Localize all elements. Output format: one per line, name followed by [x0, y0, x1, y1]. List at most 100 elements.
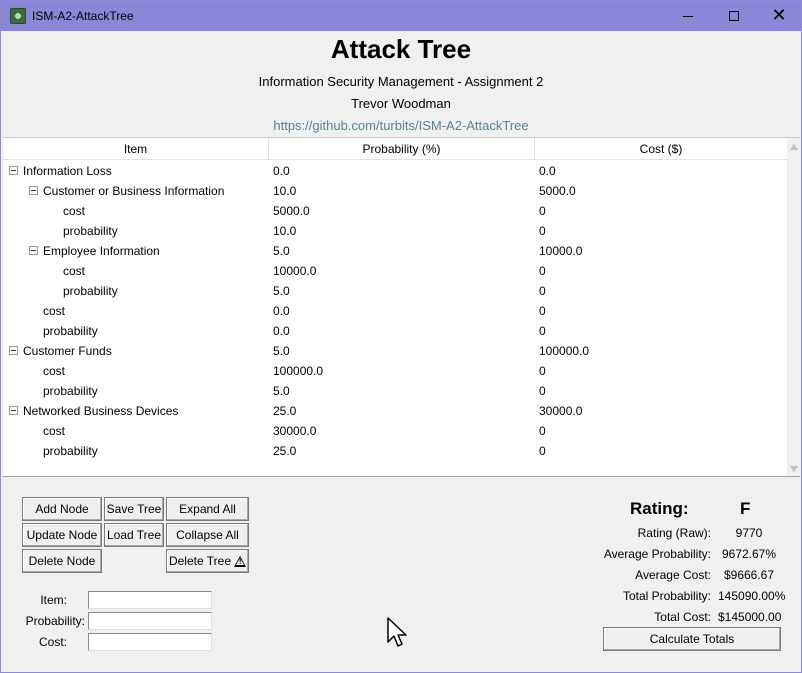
row-cost: 0: [539, 264, 546, 278]
load-tree-button[interactable]: Load Tree: [104, 523, 164, 547]
stat-label: Total Probability:: [622, 589, 711, 603]
probability-label: Probability:: [25, 614, 85, 628]
row-item: Customer or Business Information: [43, 184, 225, 198]
window-title: ISM-A2-AttackTree: [32, 9, 134, 23]
row-cost: 10000.0: [539, 244, 583, 258]
tree-row[interactable]: cost 100000.0 0: [3, 361, 787, 381]
tree-row[interactable]: Employee Information 5.0 10000.0: [3, 241, 787, 261]
row-probability: 5.0: [273, 244, 290, 258]
row-cost: 0: [539, 424, 546, 438]
row-probability: 5000.0: [273, 204, 310, 218]
row-item: probability: [43, 324, 98, 338]
row-item: probability: [43, 384, 98, 398]
mouse-cursor-icon: [387, 617, 407, 647]
row-probability: 100000.0: [273, 364, 324, 378]
tree-row[interactable]: Networked Business Devices 25.0 30000.0: [3, 401, 787, 421]
column-header-cost[interactable]: Cost ($): [535, 138, 787, 160]
collapse-all-button[interactable]: Collapse All: [166, 523, 249, 547]
row-probability: 0.0: [273, 164, 290, 178]
expand-all-button[interactable]: Expand All: [166, 497, 249, 521]
update-node-button[interactable]: Update Node: [22, 523, 102, 547]
row-cost: 0: [539, 444, 546, 458]
tree-row[interactable]: cost 0.0 0: [3, 301, 787, 321]
row-cost: 30000.0: [539, 404, 583, 418]
tree-header: Item Probability (%) Cost ($): [3, 138, 787, 160]
row-cost: 0: [539, 384, 546, 398]
row-probability: 5.0: [273, 384, 290, 398]
row-item: cost: [63, 204, 86, 218]
tree-row[interactable]: probability 25.0 0: [3, 441, 787, 461]
delete-tree-button[interactable]: Delete Tree !: [166, 549, 249, 573]
row-cost: 0: [539, 204, 546, 218]
minimize-icon: [683, 15, 693, 17]
tree-row[interactable]: Information Loss 0.0 0.0: [3, 161, 787, 181]
row-item: Networked Business Devices: [23, 404, 179, 418]
author-name: Trevor Woodman: [351, 96, 451, 111]
row-item: probability: [63, 224, 118, 238]
minimize-button[interactable]: [665, 1, 711, 31]
row-item: cost: [63, 264, 86, 278]
stat-label: Average Cost:: [635, 568, 711, 582]
row-item: cost: [43, 364, 66, 378]
delete-node-button[interactable]: Delete Node: [22, 549, 102, 573]
row-cost: 0: [539, 224, 546, 238]
stat-value: $145000.00: [718, 610, 782, 624]
tree-row[interactable]: cost 30000.0 0: [3, 421, 787, 441]
row-probability: 25.0: [273, 444, 297, 458]
stat-value: $9666.67: [723, 568, 775, 582]
column-header-probability[interactable]: Probability (%): [269, 138, 535, 160]
repo-link[interactable]: https://github.com/turbits/ISM-A2-Attack…: [1, 118, 801, 133]
item-label: Item:: [40, 593, 67, 607]
row-probability: 25.0: [273, 404, 297, 418]
calculate-totals-button[interactable]: Calculate Totals: [603, 627, 781, 651]
row-probability: 10000.0: [273, 264, 317, 278]
item-input[interactable]: [88, 591, 212, 609]
collapse-toggle-icon[interactable]: [9, 406, 18, 415]
tree-row[interactable]: cost 5000.0 0: [3, 201, 787, 221]
tree-row[interactable]: Customer or Business Information 10.0 5000…: [3, 181, 787, 201]
collapse-toggle-icon[interactable]: [9, 346, 18, 355]
stat-value: 145090.00%: [718, 589, 786, 603]
row-probability: 0.0: [273, 324, 290, 338]
title-bar[interactable]: ISM-A2-AttackTree ✕: [1, 1, 801, 31]
tree-row[interactable]: cost 10000.0 0: [3, 261, 787, 281]
rating-label: Rating:: [630, 499, 689, 518]
attack-tree-view[interactable]: Item Probability (%) Cost ($) Informatio…: [3, 137, 800, 477]
close-button[interactable]: ✕: [756, 1, 802, 31]
tree-row[interactable]: probability 5.0 0: [3, 281, 787, 301]
page-subtitle: Information Security Management - Assign…: [258, 74, 544, 89]
cost-input[interactable]: [88, 633, 212, 651]
app-window: ISM-A2-AttackTree ✕ Attack Tree Informat…: [0, 0, 802, 673]
tree-row[interactable]: Customer Funds 5.0 100000.0: [3, 341, 787, 361]
tree-row[interactable]: probability 0.0 0: [3, 321, 787, 341]
tree-scrollbar[interactable]: [787, 138, 800, 476]
row-probability: 10.0: [273, 184, 297, 198]
row-cost: 0: [539, 324, 546, 338]
row-item: cost: [43, 304, 66, 318]
column-header-item[interactable]: Item: [3, 138, 269, 160]
maximize-button[interactable]: [711, 1, 757, 31]
probability-input[interactable]: [88, 612, 212, 630]
cost-label: Cost:: [38, 635, 67, 649]
row-item: Employee Information: [43, 244, 160, 258]
app-icon: [10, 8, 26, 24]
tree-row[interactable]: probability 10.0 0: [3, 221, 787, 241]
stat-label: Rating (Raw):: [637, 526, 711, 540]
add-node-button[interactable]: Add Node: [22, 497, 102, 521]
collapse-toggle-icon[interactable]: [29, 246, 38, 255]
row-cost: 0.0: [539, 164, 556, 178]
collapse-toggle-icon[interactable]: [9, 166, 18, 175]
row-cost: 0: [539, 304, 546, 318]
page-title: Attack Tree: [330, 34, 472, 64]
stat-value: 9770: [735, 526, 763, 540]
scroll-up-arrow-icon[interactable]: [790, 144, 798, 150]
tree-row[interactable]: probability 5.0 0: [3, 381, 787, 401]
row-item: Information Loss: [23, 164, 112, 178]
stat-label: Average Probability:: [603, 547, 711, 561]
stat-label: Total Cost:: [654, 610, 711, 624]
collapse-toggle-icon[interactable]: [29, 186, 38, 195]
close-icon: ✕: [771, 5, 787, 26]
scroll-down-arrow-icon[interactable]: [790, 466, 798, 472]
row-probability: 0.0: [273, 304, 290, 318]
save-tree-button[interactable]: Save Tree: [104, 497, 164, 521]
